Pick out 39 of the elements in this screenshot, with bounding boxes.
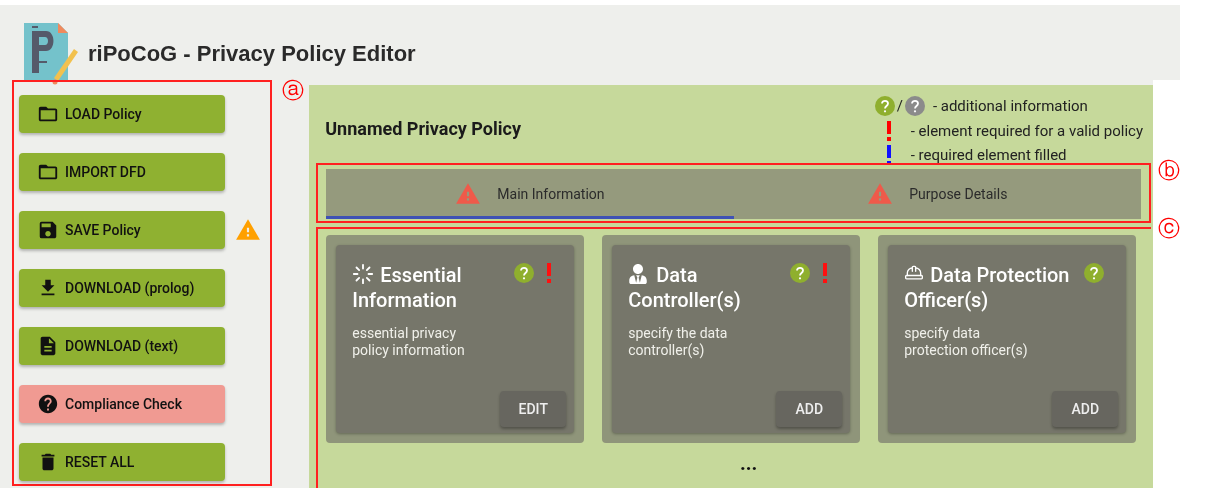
sidebar-button[interactable]: DOWNLOAD (text) — [19, 327, 225, 365]
spinner-icon — [352, 262, 375, 285]
help-icon[interactable] — [904, 96, 925, 117]
tab[interactable]: Main Information — [326, 169, 734, 219]
help-icon[interactable] — [1084, 263, 1105, 283]
annotation-label: ⓒ — [1158, 218, 1180, 240]
sidebar-button[interactable]: LOAD Policy — [19, 95, 225, 133]
card-title: Essential Information — [352, 263, 463, 313]
card-action-button[interactable]: EDIT — [500, 391, 567, 427]
sidebar-button[interactable]: Compliance Check — [19, 385, 225, 423]
card-action-button[interactable]: ADD — [776, 391, 843, 427]
help-icon[interactable] — [514, 263, 535, 283]
sidebar-button[interactable]: RESET ALL — [19, 443, 225, 481]
person-icon — [628, 263, 649, 284]
exclamation-icon — [885, 120, 892, 141]
sidebar-button[interactable]: IMPORT DFD — [19, 153, 225, 191]
sidebar-button[interactable]: SAVE Policy — [19, 211, 225, 249]
policy-title: Unnamed Privacy Policy — [324, 117, 521, 141]
card-description: essential privacy policy information — [352, 325, 466, 359]
card-title: Data Protection Officer(s) — [904, 263, 1071, 313]
card-description: specify the data controller(s) — [628, 325, 729, 359]
help-icon[interactable] — [790, 263, 811, 283]
legend-text: - element required for a valid policy — [910, 120, 1143, 142]
card-action-button[interactable]: ADD — [1052, 391, 1119, 427]
card-description: specify data protection officer(s) — [904, 325, 1029, 359]
legend-text: - required element filled — [910, 145, 1067, 166]
help-icon[interactable] — [874, 96, 895, 117]
app-title: riPoCoG - Privacy Policy Editor — [88, 40, 416, 68]
exclamation-icon — [885, 145, 892, 166]
sidebar-button[interactable]: DOWNLOAD (prolog) — [19, 269, 225, 307]
save-icon — [37, 219, 59, 241]
tab[interactable]: Purpose Details — [733, 169, 1141, 219]
legend-text: - additional information — [932, 96, 1088, 117]
more-indicator: ... — [739, 453, 758, 473]
separator-text: / — [896, 96, 903, 117]
card-title: Data Controller(s) — [628, 263, 742, 313]
annotation-label: ⓑ — [1158, 160, 1180, 182]
annotation-label: ⓐ — [281, 78, 304, 103]
help-icon — [37, 393, 59, 415]
